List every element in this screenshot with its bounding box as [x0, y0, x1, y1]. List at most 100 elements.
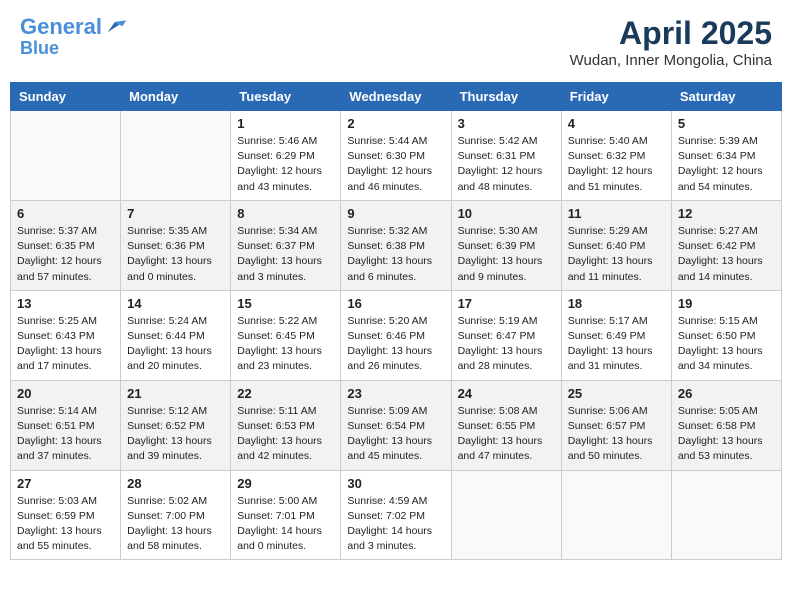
- day-info: Sunrise: 5:17 AM Sunset: 6:49 PM Dayligh…: [568, 314, 665, 375]
- day-info: Sunrise: 4:59 AM Sunset: 7:02 PM Dayligh…: [347, 494, 444, 555]
- day-number: 19: [678, 296, 775, 311]
- day-info: Sunrise: 5:15 AM Sunset: 6:50 PM Dayligh…: [678, 314, 775, 375]
- day-number: 2: [347, 116, 444, 131]
- calendar-cell: 21 Sunrise: 5:12 AM Sunset: 6:52 PM Dayli…: [121, 380, 231, 470]
- day-info: Sunrise: 5:20 AM Sunset: 6:46 PM Dayligh…: [347, 314, 444, 375]
- day-number: 12: [678, 206, 775, 221]
- day-info: Sunrise: 5:30 AM Sunset: 6:39 PM Dayligh…: [458, 224, 555, 285]
- day-number: 14: [127, 296, 224, 311]
- day-number: 20: [17, 386, 114, 401]
- day-info: Sunrise: 5:08 AM Sunset: 6:55 PM Dayligh…: [458, 404, 555, 465]
- day-info: Sunrise: 5:19 AM Sunset: 6:47 PM Dayligh…: [458, 314, 555, 375]
- day-number: 25: [568, 386, 665, 401]
- calendar-cell: 29 Sunrise: 5:00 AM Sunset: 7:01 PM Dayli…: [231, 470, 341, 560]
- weekday-header: Thursday: [451, 83, 561, 111]
- calendar-cell: 20 Sunrise: 5:14 AM Sunset: 6:51 PM Dayli…: [11, 380, 121, 470]
- day-number: 7: [127, 206, 224, 221]
- day-number: 15: [237, 296, 334, 311]
- day-info: Sunrise: 5:22 AM Sunset: 6:45 PM Dayligh…: [237, 314, 334, 375]
- day-number: 30: [347, 476, 444, 491]
- calendar-week-row: 6 Sunrise: 5:37 AM Sunset: 6:35 PM Daylig…: [11, 200, 782, 290]
- day-info: Sunrise: 5:09 AM Sunset: 6:54 PM Dayligh…: [347, 404, 444, 465]
- day-info: Sunrise: 5:06 AM Sunset: 6:57 PM Dayligh…: [568, 404, 665, 465]
- day-number: 1: [237, 116, 334, 131]
- weekday-header: Friday: [561, 83, 671, 111]
- day-number: 26: [678, 386, 775, 401]
- calendar-cell: 18 Sunrise: 5:17 AM Sunset: 6:49 PM Dayli…: [561, 290, 671, 380]
- day-info: Sunrise: 5:00 AM Sunset: 7:01 PM Dayligh…: [237, 494, 334, 555]
- day-info: Sunrise: 5:44 AM Sunset: 6:30 PM Dayligh…: [347, 134, 444, 195]
- day-number: 17: [458, 296, 555, 311]
- calendar-cell: 14 Sunrise: 5:24 AM Sunset: 6:44 PM Dayli…: [121, 290, 231, 380]
- day-info: Sunrise: 5:25 AM Sunset: 6:43 PM Dayligh…: [17, 314, 114, 375]
- day-info: Sunrise: 5:34 AM Sunset: 6:37 PM Dayligh…: [237, 224, 334, 285]
- calendar-cell: 26Sunrise: 5:05 AM Sunset: 6:58 PM Dayli…: [671, 380, 781, 470]
- calendar-week-row: 20 Sunrise: 5:14 AM Sunset: 6:51 PM Dayli…: [11, 380, 782, 470]
- day-info: Sunrise: 5:39 AM Sunset: 6:34 PM Dayligh…: [678, 134, 775, 195]
- calendar-cell: 6 Sunrise: 5:37 AM Sunset: 6:35 PM Daylig…: [11, 200, 121, 290]
- day-info: Sunrise: 5:24 AM Sunset: 6:44 PM Dayligh…: [127, 314, 224, 375]
- page-header: General Blue April 2025 Wudan, Inner Mon…: [10, 10, 782, 74]
- calendar-cell: 5 Sunrise: 5:39 AM Sunset: 6:34 PM Daylig…: [671, 111, 781, 201]
- calendar-cell: 2 Sunrise: 5:44 AM Sunset: 6:30 PM Daylig…: [341, 111, 451, 201]
- calendar-cell: [11, 111, 121, 201]
- calendar-cell: 12Sunrise: 5:27 AM Sunset: 6:42 PM Dayli…: [671, 200, 781, 290]
- day-number: 22: [237, 386, 334, 401]
- calendar-cell: 9 Sunrise: 5:32 AM Sunset: 6:38 PM Daylig…: [341, 200, 451, 290]
- weekday-header: Monday: [121, 83, 231, 111]
- calendar-cell: 16 Sunrise: 5:20 AM Sunset: 6:46 PM Dayli…: [341, 290, 451, 380]
- day-info: Sunrise: 5:02 AM Sunset: 7:00 PM Dayligh…: [127, 494, 224, 555]
- day-info: Sunrise: 5:11 AM Sunset: 6:53 PM Dayligh…: [237, 404, 334, 465]
- day-info: Sunrise: 5:29 AM Sunset: 6:40 PM Dayligh…: [568, 224, 665, 285]
- calendar-cell: 24Sunrise: 5:08 AM Sunset: 6:55 PM Dayli…: [451, 380, 561, 470]
- day-info: Sunrise: 5:40 AM Sunset: 6:32 PM Dayligh…: [568, 134, 665, 195]
- weekday-header: Sunday: [11, 83, 121, 111]
- calendar-cell: [561, 470, 671, 560]
- day-number: 8: [237, 206, 334, 221]
- weekday-header: Wednesday: [341, 83, 451, 111]
- calendar-cell: 11Sunrise: 5:29 AM Sunset: 6:40 PM Dayli…: [561, 200, 671, 290]
- day-info: Sunrise: 5:42 AM Sunset: 6:31 PM Dayligh…: [458, 134, 555, 195]
- logo-blue: Blue: [20, 39, 126, 59]
- calendar-cell: 23Sunrise: 5:09 AM Sunset: 6:54 PM Dayli…: [341, 380, 451, 470]
- day-info: Sunrise: 5:32 AM Sunset: 6:38 PM Dayligh…: [347, 224, 444, 285]
- calendar-cell: 27Sunrise: 5:03 AM Sunset: 6:59 PM Dayli…: [11, 470, 121, 560]
- weekday-header: Saturday: [671, 83, 781, 111]
- day-number: 21: [127, 386, 224, 401]
- calendar-cell: [451, 470, 561, 560]
- calendar-cell: 25 Sunrise: 5:06 AM Sunset: 6:57 PM Dayli…: [561, 380, 671, 470]
- day-number: 18: [568, 296, 665, 311]
- day-number: 16: [347, 296, 444, 311]
- day-info: Sunrise: 5:37 AM Sunset: 6:35 PM Dayligh…: [17, 224, 114, 285]
- day-info: Sunrise: 5:35 AM Sunset: 6:36 PM Dayligh…: [127, 224, 224, 285]
- day-info: Sunrise: 5:46 AM Sunset: 6:29 PM Dayligh…: [237, 134, 334, 195]
- day-info: Sunrise: 5:12 AM Sunset: 6:52 PM Dayligh…: [127, 404, 224, 465]
- day-number: 29: [237, 476, 334, 491]
- logo-text: General: [20, 15, 102, 39]
- calendar-cell: 19 Sunrise: 5:15 AM Sunset: 6:50 PM Dayli…: [671, 290, 781, 380]
- calendar-table: SundayMondayTuesdayWednesdayThursdayFrid…: [10, 82, 782, 560]
- calendar-cell: 30 Sunrise: 4:59 AM Sunset: 7:02 PM Dayli…: [341, 470, 451, 560]
- calendar-cell: [121, 111, 231, 201]
- calendar-cell: 4 Sunrise: 5:40 AM Sunset: 6:32 PM Daylig…: [561, 111, 671, 201]
- day-info: Sunrise: 5:14 AM Sunset: 6:51 PM Dayligh…: [17, 404, 114, 465]
- logo-icon: [104, 16, 126, 38]
- month-title: April 2025: [570, 15, 772, 52]
- day-number: 9: [347, 206, 444, 221]
- calendar-week-row: 1 Sunrise: 5:46 AM Sunset: 6:29 PM Daylig…: [11, 111, 782, 201]
- logo: General Blue: [20, 15, 126, 59]
- calendar-cell: 10 Sunrise: 5:30 AM Sunset: 6:39 PM Dayli…: [451, 200, 561, 290]
- calendar-cell: 3 Sunrise: 5:42 AM Sunset: 6:31 PM Daylig…: [451, 111, 561, 201]
- day-number: 10: [458, 206, 555, 221]
- day-number: 5: [678, 116, 775, 131]
- calendar-cell: 22 Sunrise: 5:11 AM Sunset: 6:53 PM Dayli…: [231, 380, 341, 470]
- title-block: April 2025 Wudan, Inner Mongolia, China: [570, 15, 772, 69]
- calendar-cell: 8 Sunrise: 5:34 AM Sunset: 6:37 PM Daylig…: [231, 200, 341, 290]
- calendar-cell: 15 Sunrise: 5:22 AM Sunset: 6:45 PM Dayli…: [231, 290, 341, 380]
- day-number: 6: [17, 206, 114, 221]
- day-number: 3: [458, 116, 555, 131]
- day-number: 13: [17, 296, 114, 311]
- day-number: 4: [568, 116, 665, 131]
- weekday-header: Tuesday: [231, 83, 341, 111]
- calendar-cell: [671, 470, 781, 560]
